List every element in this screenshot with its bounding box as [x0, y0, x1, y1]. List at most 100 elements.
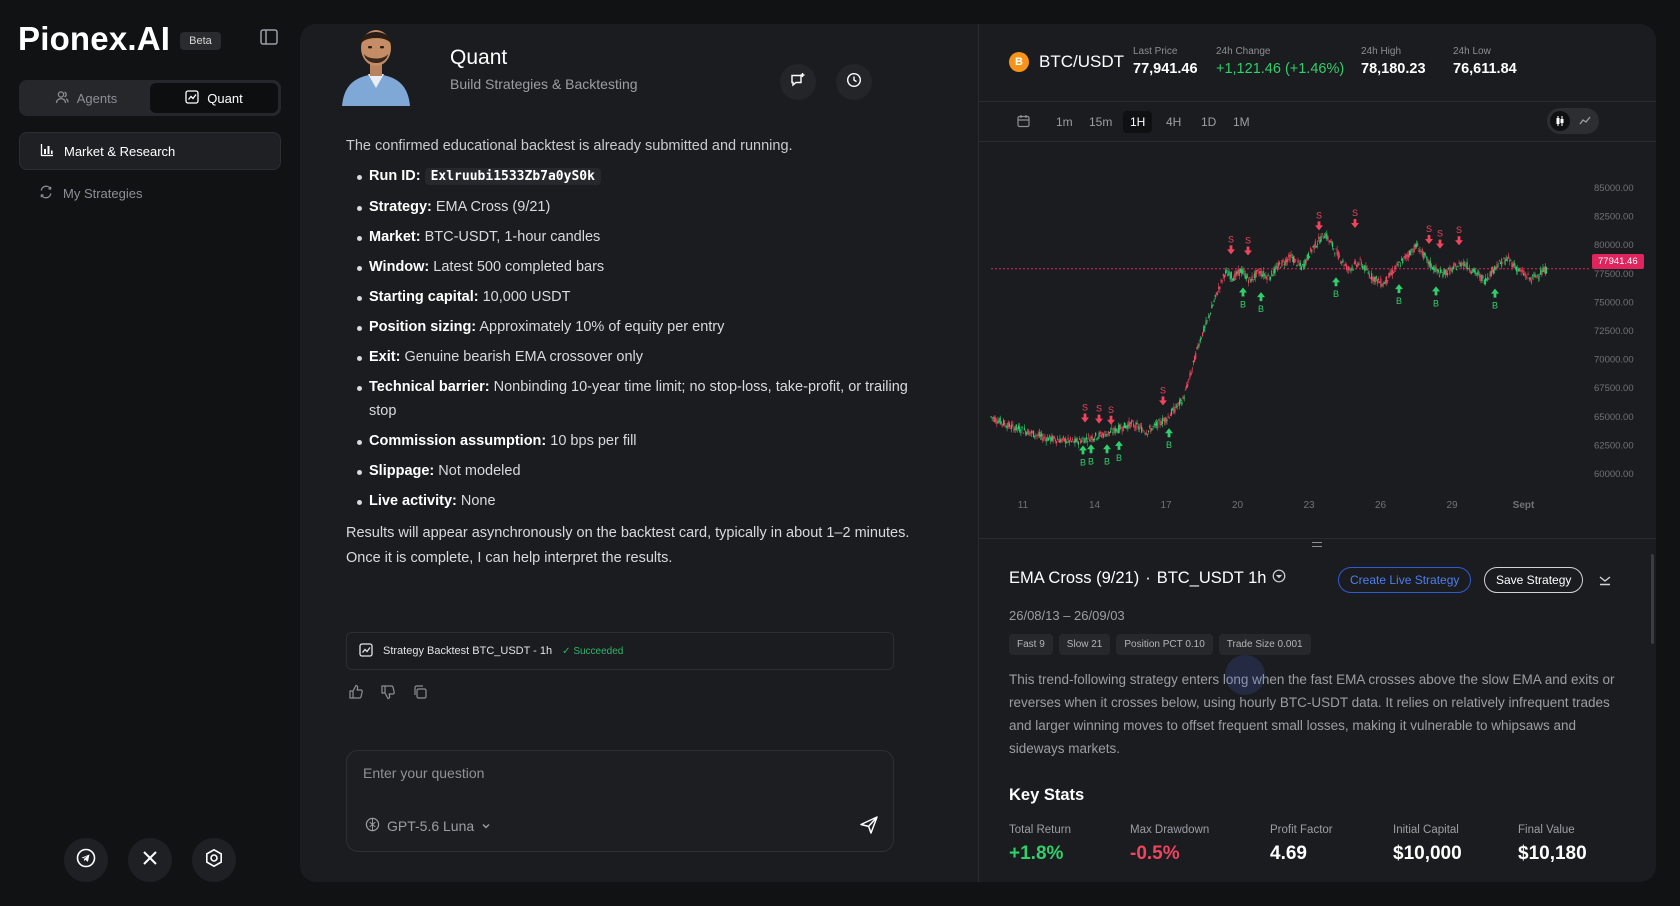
candle-body — [1167, 416, 1169, 418]
x-button[interactable] — [128, 838, 172, 882]
candle-body — [1392, 271, 1395, 274]
sidebar-item-my-strategies[interactable]: My Strategies — [19, 174, 281, 212]
candle-body — [1137, 425, 1139, 429]
candle-body — [1276, 266, 1278, 270]
candle-body — [1164, 417, 1166, 423]
candle-body — [1490, 270, 1492, 276]
thumbs-down-icon[interactable] — [380, 684, 396, 705]
candle-body — [1487, 276, 1489, 280]
timeframe-1m[interactable]: 1m — [1049, 111, 1080, 133]
candle-body — [1190, 371, 1192, 375]
candle-body — [1110, 430, 1112, 433]
candle-body — [1124, 425, 1127, 429]
candle-body — [1119, 424, 1121, 431]
sidebar-item-market-research[interactable]: Market & Research — [19, 132, 281, 170]
candle-body — [1407, 254, 1410, 258]
timeframe-1h[interactable]: 1H — [1123, 111, 1153, 133]
candle-body — [1461, 263, 1464, 265]
chevron-circle-icon[interactable] — [1272, 569, 1286, 588]
candle-body — [1000, 421, 1002, 424]
tab-quant[interactable]: Quant — [150, 83, 278, 113]
candle-body — [1069, 437, 1071, 441]
status-text: Succeeded — [573, 645, 624, 657]
candle-body — [1497, 266, 1499, 268]
bullet-value: Not modeled — [434, 463, 521, 479]
candle-body — [1346, 268, 1349, 270]
candle-body — [1035, 435, 1037, 436]
candle-body — [1318, 237, 1320, 239]
bullet-key: Run ID: — [369, 168, 421, 184]
question-input[interactable]: Enter your question — [363, 765, 484, 781]
stat-value: 76,611.84 — [1453, 61, 1517, 77]
sell-arrow-icon — [1244, 246, 1252, 256]
copy-icon[interactable] — [412, 684, 428, 705]
timeframe-1mo[interactable]: 1M — [1226, 111, 1257, 133]
y-tick-label: 80000.00 — [1594, 240, 1634, 251]
candle-body — [1354, 261, 1357, 264]
bar-chart-icon — [40, 143, 54, 160]
candle-body — [1484, 277, 1487, 284]
candle-body — [1142, 429, 1144, 431]
sidebar-toggle-icon[interactable] — [260, 29, 280, 47]
candle-body — [1540, 269, 1542, 275]
calendar-icon[interactable] — [1017, 114, 1030, 133]
thumbs-up-icon[interactable] — [348, 684, 364, 705]
timeframe-4h[interactable]: 4H — [1159, 111, 1188, 133]
question-input-box[interactable]: Enter your question GPT-5.6 Luna — [346, 750, 894, 852]
chart-type-toggle[interactable] — [1547, 108, 1599, 134]
chat-column: Quant Build Strategies & Backtesting The… — [300, 24, 978, 882]
sell-arrow-icon — [1095, 414, 1103, 424]
status-badge: ✓ Succeeded — [562, 645, 624, 657]
candle-body — [1156, 422, 1158, 426]
list-item: Window: Latest 500 completed bars — [346, 255, 936, 279]
tab-agents[interactable]: Agents — [22, 83, 150, 113]
create-live-strategy-button[interactable]: Create Live Strategy — [1338, 567, 1472, 593]
collapse-chevron-icon[interactable] — [1597, 572, 1613, 593]
candle-body — [1460, 263, 1462, 267]
resize-handle[interactable] — [1312, 542, 1322, 547]
telegram-button[interactable] — [64, 838, 108, 882]
candle-body — [1436, 268, 1438, 272]
pair-name[interactable]: BTC/USDT — [1039, 52, 1124, 72]
candle-body — [1187, 383, 1189, 387]
candle-body — [1161, 418, 1163, 425]
buy-arrow-icon — [1115, 440, 1123, 450]
candle-body — [1111, 427, 1113, 430]
y-tick-label: 77500.00 — [1594, 269, 1634, 280]
save-strategy-button[interactable]: Save Strategy — [1484, 567, 1584, 593]
candle-body — [1419, 249, 1421, 251]
candle-body — [1383, 282, 1385, 285]
buy-arrow-icon — [1332, 277, 1340, 287]
candle-body — [1176, 406, 1178, 407]
param-tag: Slow 21 — [1058, 634, 1111, 655]
new-chat-button[interactable] — [780, 64, 816, 100]
sell-arrow-icon — [1425, 235, 1433, 245]
candle-body — [1543, 267, 1545, 273]
list-item: Exit: Genuine bearish EMA crossover only — [346, 345, 936, 369]
candle-body — [1310, 247, 1312, 252]
candle-body — [1482, 276, 1484, 278]
backtest-card[interactable]: Strategy Backtest BTC_USDT - 1h ✓ Succee… — [346, 632, 894, 670]
candle-body — [1335, 248, 1337, 250]
candle-body — [1388, 272, 1390, 279]
candle-body — [1455, 263, 1457, 266]
stat-max-drawdown: Max Drawdown -0.5% — [1130, 824, 1209, 865]
scrollbar[interactable] — [1651, 554, 1654, 644]
candle-body — [996, 422, 998, 424]
timeframe-15m[interactable]: 15m — [1082, 111, 1119, 133]
candle-body — [1241, 269, 1243, 274]
brand-logo[interactable]: Pionex.AI — [18, 20, 170, 58]
send-button[interactable] — [859, 815, 879, 840]
candle-body — [1168, 417, 1170, 419]
list-item: Slippage: Not modeled — [346, 459, 936, 483]
settings-button[interactable] — [192, 838, 236, 882]
candle-body — [1203, 326, 1205, 333]
history-button[interactable] — [836, 64, 872, 100]
model-selector[interactable]: GPT-5.6 Luna — [365, 817, 491, 835]
sell-label: S — [1108, 405, 1114, 415]
timeframe-1d[interactable]: 1D — [1194, 111, 1223, 133]
key-stats-title: Key Stats — [1009, 786, 1085, 804]
candle-body — [1272, 275, 1274, 277]
price-chart[interactable]: 85000.00 82500.00 80000.00 77500.00 75000.00… — [979, 142, 1656, 538]
candle-body — [1128, 420, 1130, 427]
